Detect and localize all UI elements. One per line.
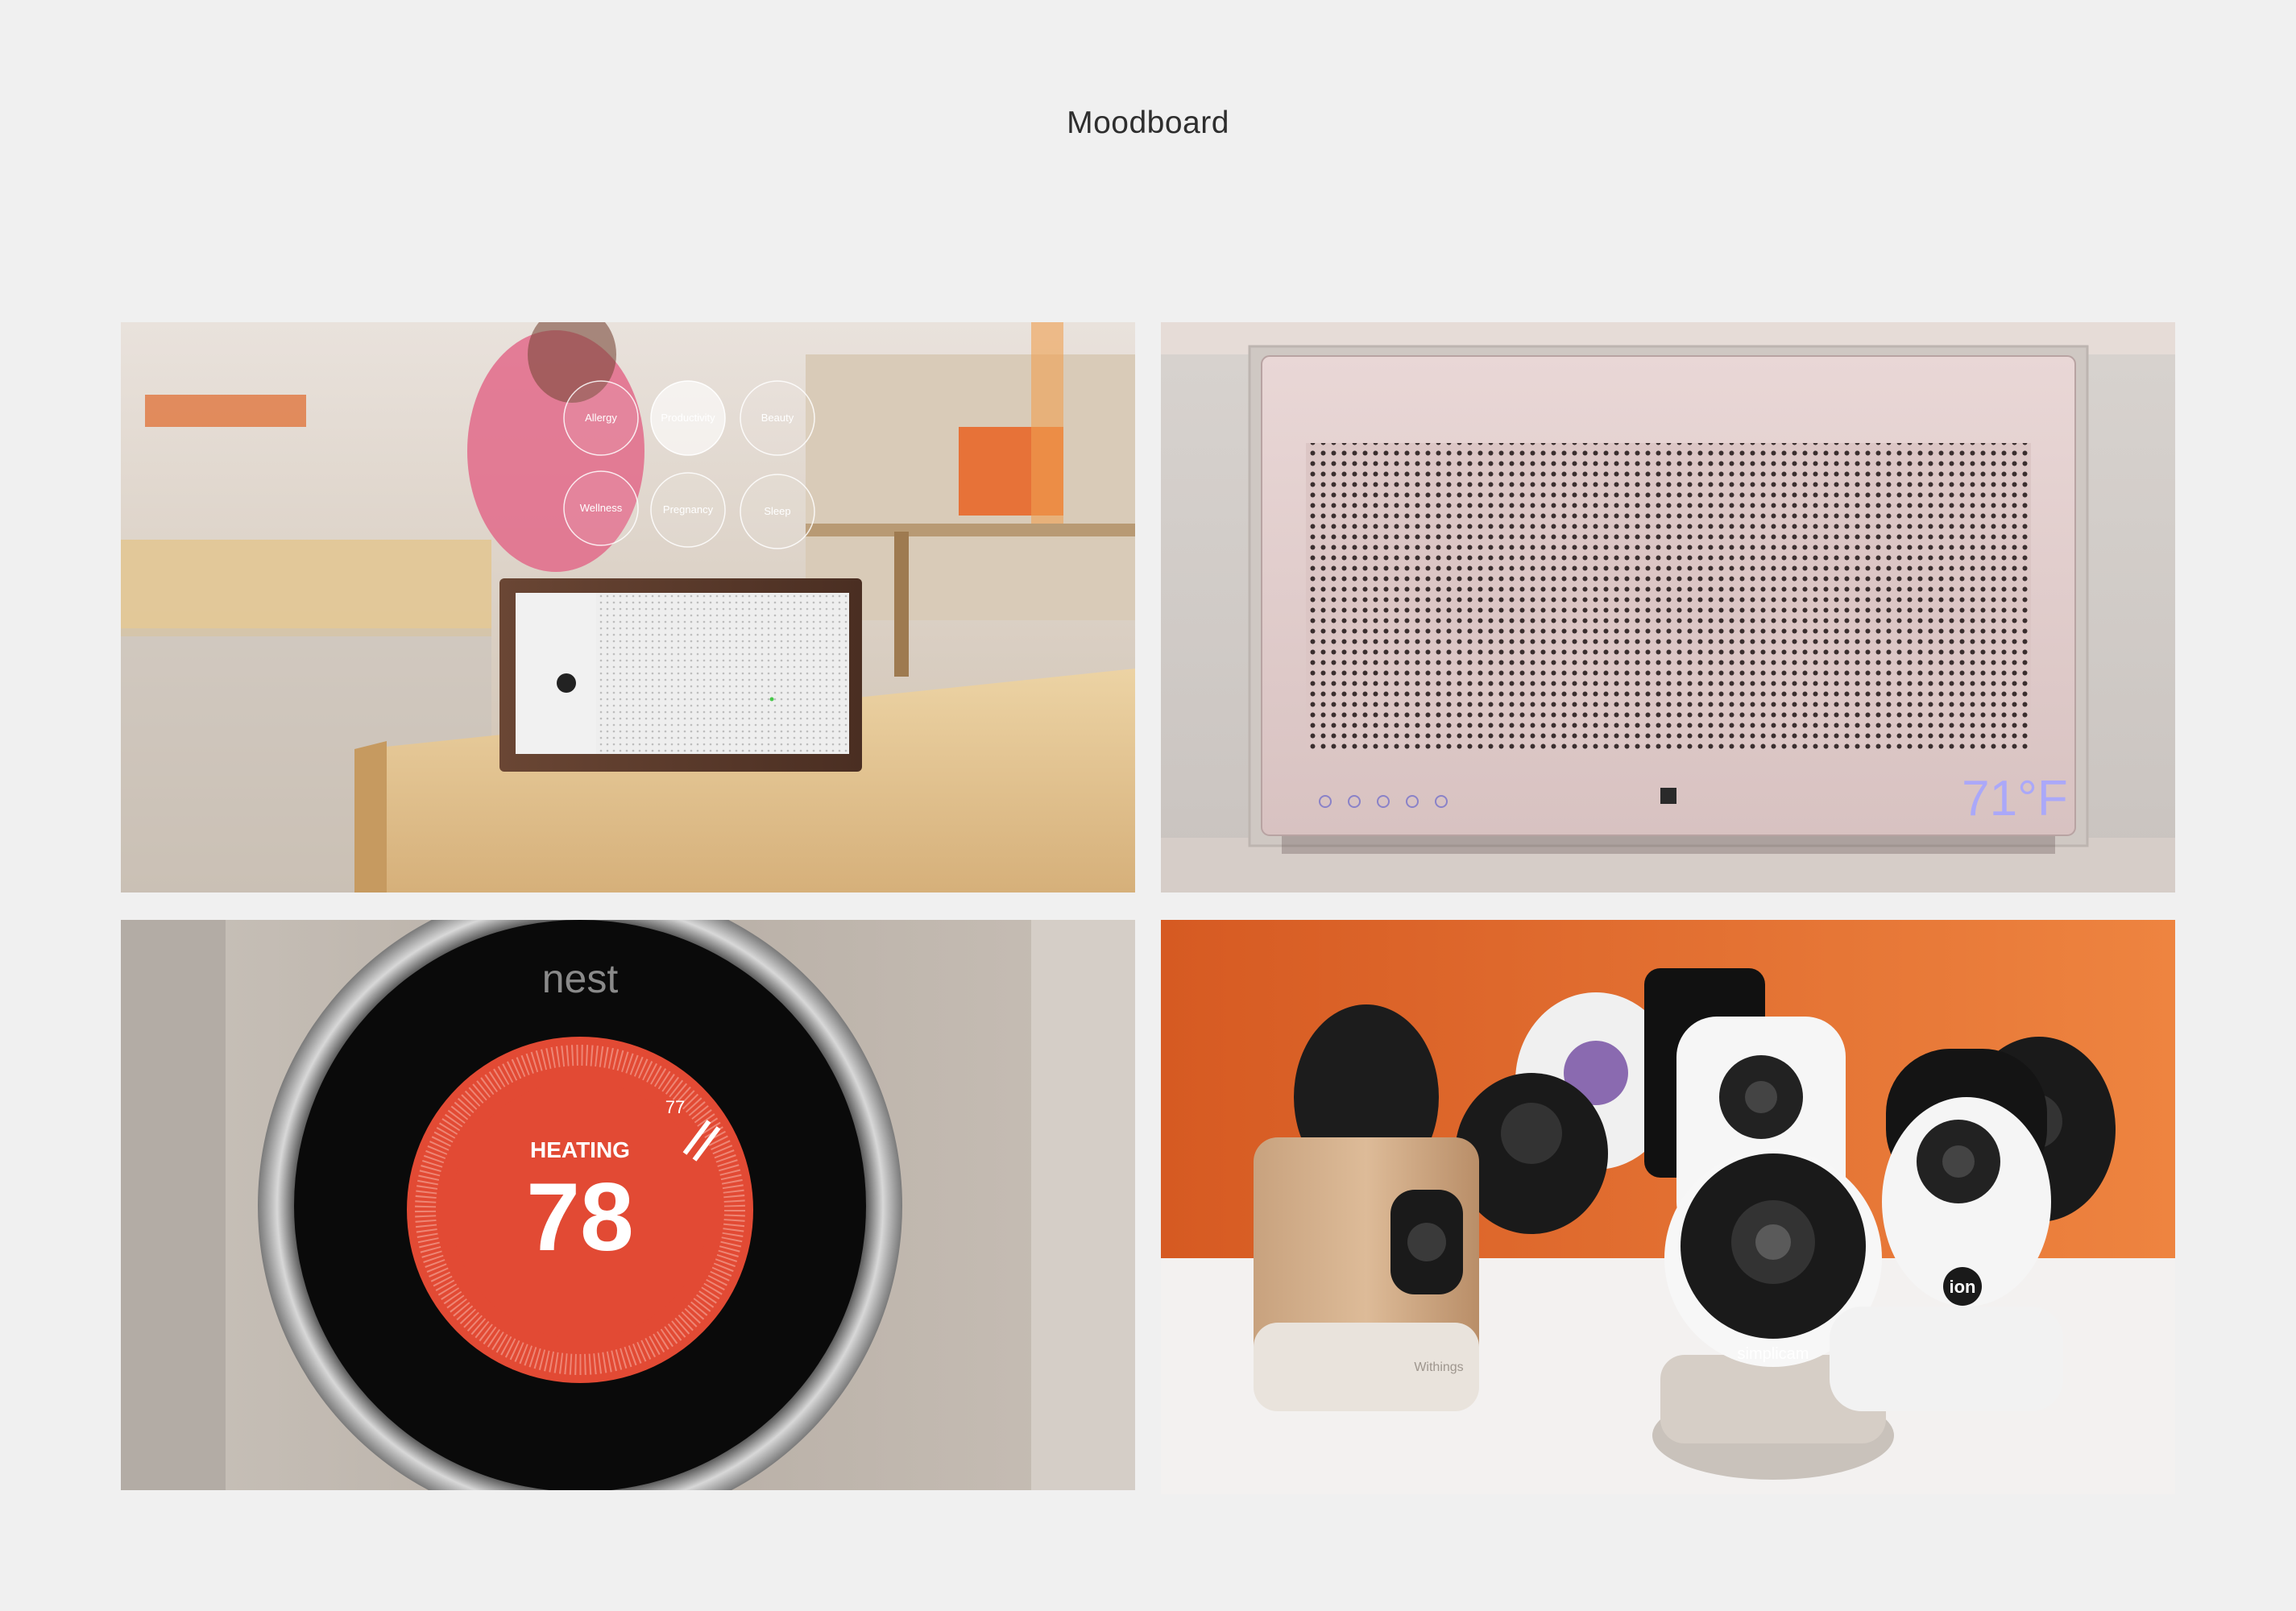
moodboard-image-security-cameras[interactable]: Withings simplicam ion [1161, 920, 2175, 1494]
bubble-pregnancy: Pregnancy [650, 472, 726, 548]
ion-brand-label: ion [1950, 1277, 1976, 1297]
nest-brand-label: nest [542, 956, 619, 1001]
bubble-wellness: Wellness [563, 470, 639, 546]
nest-mode-label: HEATING [530, 1137, 630, 1162]
bubble-label-beauty: Beauty [761, 412, 794, 424]
nest-thermostat-illustration: nest 77 HEATING 78 [121, 920, 1135, 1490]
bubble-allergy: Allergy [563, 380, 639, 456]
moodboard-image-air-quality-monitor[interactable]: Allergy Productivity Beauty Wellness Pre… [121, 322, 1135, 892]
simplicam-brand-label: simplicam [1738, 1345, 1809, 1363]
bubble-label-pregnancy: Pregnancy [663, 503, 714, 516]
bubble-beauty: Beauty [740, 380, 815, 456]
bubble-label-productivity: Productivity [661, 412, 715, 424]
moodboard-image-nest-thermostat[interactable]: nest 77 HEATING 78 [121, 920, 1135, 1490]
bubble-sleep: Sleep [740, 474, 815, 549]
security-cameras-illustration: Withings simplicam ion [1161, 920, 2175, 1494]
withings-brand-label: Withings [1414, 1360, 1463, 1374]
page-title: Moodboard [1067, 106, 1229, 141]
air-quality-monitor-illustration: Allergy Productivity Beauty Wellness Pre… [121, 322, 1135, 892]
air-conditioner-illustration: 71°F [1161, 322, 2175, 892]
moodboard-image-air-conditioner[interactable]: 71°F [1161, 322, 2175, 892]
bubble-label-allergy: Allergy [585, 412, 617, 424]
bubble-label-sleep: Sleep [764, 505, 790, 517]
nest-temperature-value: 78 [526, 1163, 633, 1271]
nest-setpoint-label: 77 [665, 1097, 685, 1117]
ac-temperature-display: 71°F [1962, 771, 2068, 826]
bubble-productivity: Productivity [650, 380, 726, 456]
bubble-label-wellness: Wellness [580, 502, 623, 514]
